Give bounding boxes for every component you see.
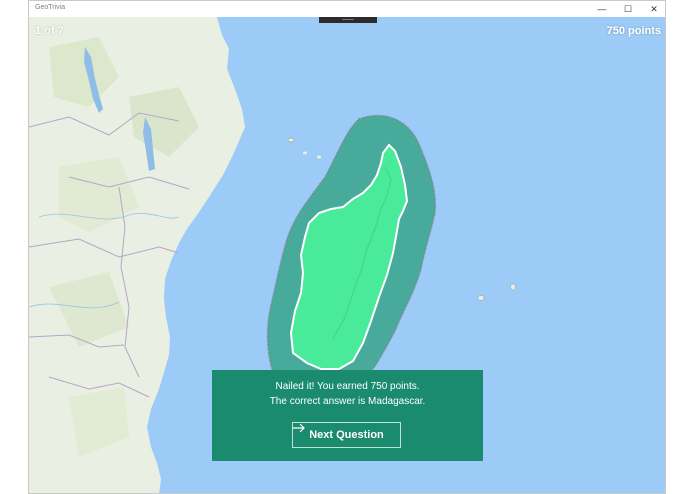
app-title: GeoTrivia <box>35 4 66 11</box>
score-label: 750 points <box>606 25 661 37</box>
title-bar: GeoTrivia — ☐ ✕ <box>29 1 665 17</box>
drag-handle[interactable] <box>319 17 377 23</box>
result-message: Nailed it! You earned 750 points. <box>275 381 420 392</box>
question-counter: 1 of 7 <box>35 25 64 37</box>
result-panel: Nailed it! You earned 750 points. The co… <box>212 370 483 461</box>
app-window: GeoTrivia — ☐ ✕ 1 of 7 750 points Nailed… <box>28 0 666 494</box>
minimize-button[interactable]: — <box>589 1 615 17</box>
maximize-button[interactable]: ☐ <box>615 1 641 17</box>
map-view[interactable]: 1 of 7 750 points Nailed it! You earned … <box>29 17 665 493</box>
arrow-right-icon <box>293 423 305 433</box>
next-question-button[interactable]: Next Question <box>292 422 401 448</box>
close-button[interactable]: ✕ <box>641 1 665 17</box>
next-question-label: Next Question <box>309 429 384 441</box>
correct-answer-text: The correct answer is Madagascar. <box>269 396 426 407</box>
